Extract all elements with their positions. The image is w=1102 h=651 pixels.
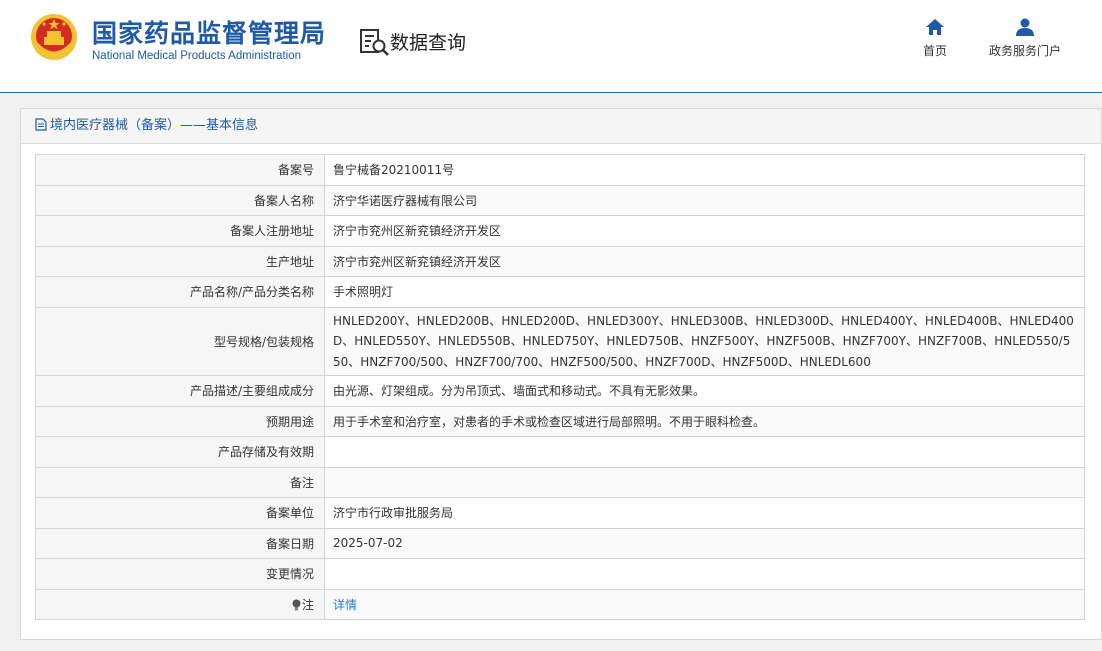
row-label: 生产地址	[35, 245, 325, 277]
row-value	[324, 466, 1085, 498]
row-label: 备案人名称	[35, 184, 325, 216]
row-value: 济宁市兖州区新兖镇经济开发区	[324, 245, 1085, 277]
table-row: 型号规格/包装规格 HNLED200Y、HNLED200B、HNLED200D、…	[35, 306, 1085, 376]
row-label: 备案号	[35, 154, 325, 186]
agency-name-cn: 国家药品监督管理局	[92, 19, 327, 48]
table-row: 备案号 鲁宁械备20210011号	[35, 154, 1085, 186]
row-value: 鲁宁械备20210011号	[324, 154, 1085, 186]
row-label: 型号规格/包装规格	[35, 306, 325, 376]
table-row: 生产地址 济宁市兖州区新兖镇经济开发区	[35, 245, 1085, 277]
table-row: 产品名称/产品分类名称 手术照明灯	[35, 276, 1085, 308]
table-row: 变更情况	[35, 558, 1085, 590]
row-value: 济宁市兖州区新兖镇经济开发区	[324, 215, 1085, 247]
row-value: 2025-07-02	[324, 527, 1085, 559]
national-emblem-icon	[31, 14, 77, 60]
document-icon	[35, 118, 47, 131]
table-row: 备案人注册地址 济宁市兖州区新兖镇经济开发区	[35, 215, 1085, 247]
row-label: 备案单位	[35, 497, 325, 529]
site-header: 国家药品监督管理局 National Medical Products Admi…	[0, 0, 1102, 93]
row-label: 备案人注册地址	[35, 215, 325, 247]
row-label: 产品存储及有效期	[35, 436, 325, 468]
row-label: 变更情况	[35, 558, 325, 590]
table-row: 备注	[35, 466, 1085, 498]
table-row: 产品描述/主要组成成分 由光源、灯架组成。分为吊顶式、墙面式和移动式。不具有无影…	[35, 375, 1085, 407]
row-label: 产品描述/主要组成成分	[35, 375, 325, 407]
nav-portal-link[interactable]: 政务服务门户	[982, 18, 1068, 59]
row-label: 预期用途	[35, 405, 325, 437]
home-icon	[926, 19, 944, 35]
data-query-title: 数据查询	[390, 32, 467, 54]
basic-info-panel: 境内医疗器械（备案）——基本信息 备案号 鲁宁械备20210011号 备案人名称…	[20, 108, 1102, 640]
note-label-cell: 注	[35, 588, 325, 620]
nav-portal-label: 政务服务门户	[988, 44, 1061, 58]
table-row: 备案日期 2025-07-02	[35, 527, 1085, 559]
user-icon	[1016, 18, 1034, 36]
row-value: 用于手术室和治疗室，对患者的手术或检查区域进行局部照明。不用于眼科检查。	[324, 405, 1085, 437]
row-value	[324, 436, 1085, 468]
row-value: 手术照明灯	[324, 276, 1085, 308]
table-row: 预期用途 用于手术室和治疗室，对患者的手术或检查区域进行局部照明。不用于眼科检查…	[35, 405, 1085, 437]
row-value: 由光源、灯架组成。分为吊顶式、墙面式和移动式。不具有无影效果。	[324, 375, 1085, 407]
details-link[interactable]: 详情	[333, 598, 357, 612]
nav-home-link[interactable]: 首页	[915, 18, 955, 59]
note-value-cell: 详情	[324, 588, 1085, 620]
note-row: 注 详情	[35, 588, 1085, 620]
row-value: 济宁市行政审批服务局	[324, 497, 1085, 529]
table-row: 备案单位 济宁市行政审批服务局	[35, 497, 1085, 529]
row-label: 备案日期	[35, 527, 325, 559]
info-table: 备案号 鲁宁械备20210011号 备案人名称 济宁华诺医疗器械有限公司 备案人…	[35, 154, 1085, 620]
nav-home-label: 首页	[922, 44, 947, 58]
panel-title: 境内医疗器械（备案）——基本信息	[50, 118, 259, 133]
bulb-icon	[292, 599, 301, 611]
data-query-icon	[360, 29, 389, 56]
table-row: 产品存储及有效期	[35, 436, 1085, 468]
row-label: 产品名称/产品分类名称	[35, 276, 325, 308]
panel-header: 境内医疗器械（备案）——基本信息	[21, 109, 1101, 144]
note-label: 注	[301, 597, 314, 612]
row-value	[324, 558, 1085, 590]
row-value: HNLED200Y、HNLED200B、HNLED200D、HNLED300Y、…	[324, 306, 1085, 376]
table-row: 备案人名称 济宁华诺医疗器械有限公司	[35, 184, 1085, 216]
agency-name-en: National Medical Products Administration	[92, 50, 302, 62]
row-label: 备注	[35, 466, 325, 498]
row-value: 济宁华诺医疗器械有限公司	[324, 184, 1085, 216]
